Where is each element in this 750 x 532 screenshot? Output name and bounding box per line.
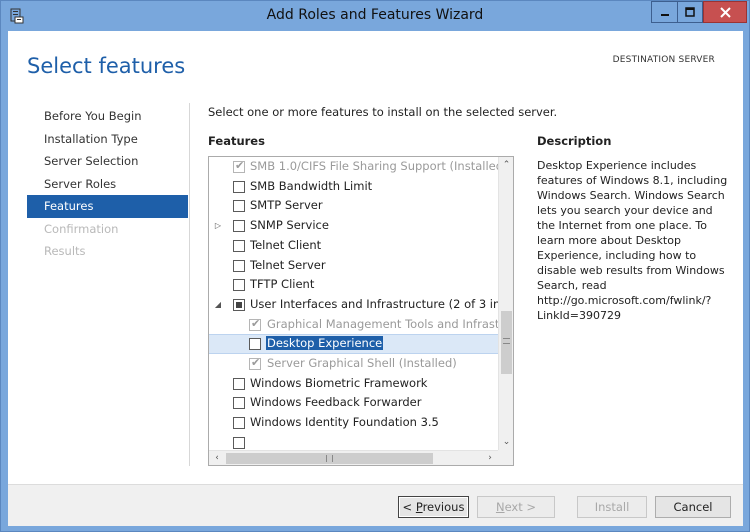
tree-row-smb-cifs[interactable]: ✔ SMB 1.0/CIFS File Sharing Support (Ins… xyxy=(209,157,508,177)
tree-row-smb-bandwidth[interactable]: SMB Bandwidth Limit xyxy=(209,177,498,197)
previous-label-prefix: < xyxy=(402,500,416,514)
close-icon xyxy=(719,6,731,18)
tree-row-label: Server Graphical Shell (Installed) xyxy=(267,356,457,370)
tree-row-graphical-mgmt[interactable]: ✔ Graphical Management Tools and Infrast… xyxy=(209,315,513,335)
nav-item-features[interactable]: Features xyxy=(27,195,188,218)
checkbox[interactable] xyxy=(233,377,245,390)
scroll-up-icon[interactable]: ⌃ xyxy=(499,157,513,173)
tree-row-tftp[interactable]: TFTP Client xyxy=(209,275,498,295)
tree-row-label: SMB Bandwidth Limit xyxy=(250,178,373,193)
next-button[interactable]: Next > xyxy=(477,496,555,518)
checkbox[interactable] xyxy=(233,397,245,410)
wizard-window: Add Roles and Features Wizard Select fea… xyxy=(0,0,750,532)
checkbox[interactable] xyxy=(249,338,261,351)
tree-row-label: Desktop Experience xyxy=(266,336,384,351)
intro-text: Select one or more features to install o… xyxy=(208,105,558,119)
cancel-button[interactable]: Cancel xyxy=(655,496,731,518)
tree-row-windows-feedback[interactable]: Windows Feedback Forwarder xyxy=(209,393,498,413)
tree-row-label: TFTP Client xyxy=(250,277,315,292)
tree-row-snmp[interactable]: ▷ SNMP Service xyxy=(209,216,498,236)
destination-server-label: DESTINATION SERVER xyxy=(612,55,715,65)
scroll-left-icon[interactable]: ‹ xyxy=(209,451,225,465)
checkbox[interactable] xyxy=(233,239,245,252)
checkbox[interactable] xyxy=(233,259,245,272)
features-tree[interactable]: ✔ SMB 1.0/CIFS File Sharing Support (Ins… xyxy=(208,156,514,466)
partial-check-icon xyxy=(236,301,242,308)
grip-icon xyxy=(503,338,510,344)
tree-row-windows-biometric[interactable]: Windows Biometric Framework xyxy=(209,374,498,394)
tree-row-server-graphical-shell[interactable]: ✔ Server Graphical Shell (Installed) xyxy=(209,354,498,374)
checkbox[interactable] xyxy=(233,279,245,292)
window-title: Add Roles and Features Wizard xyxy=(266,7,484,23)
previous-button[interactable]: < Previous xyxy=(398,496,469,518)
check-mark-icon: ✔ xyxy=(235,159,245,172)
previous-accel: P xyxy=(415,500,423,514)
nav-item-results: Results xyxy=(44,244,86,258)
tree-row-label: SMB 1.0/CIFS File Sharing Support (Insta… xyxy=(250,159,508,173)
title-bar[interactable]: Add Roles and Features Wizard xyxy=(1,1,749,31)
scroll-right-icon[interactable]: › xyxy=(482,451,498,465)
description-heading: Description xyxy=(537,134,612,148)
nav-item-server-selection[interactable]: Server Selection xyxy=(27,150,188,173)
tree-row-label: User Interfaces and Infrastructure (2 of… xyxy=(250,296,514,311)
vertical-scroll-thumb[interactable] xyxy=(501,311,512,374)
tree-row-smtp[interactable]: SMTP Server xyxy=(209,196,498,216)
wizard-footer: < Previous Next > Install Cancel xyxy=(8,484,743,526)
checkbox[interactable] xyxy=(233,200,245,213)
nav-item-before-you-begin[interactable]: Before You Begin xyxy=(27,105,188,128)
previous-label-rest: revious xyxy=(422,500,465,514)
check-mark-icon: ✔ xyxy=(251,356,261,369)
vertical-scrollbar[interactable]: ⌃ ⌄ xyxy=(498,157,513,450)
wizard-nav: Before You Begin Installation Type Serve… xyxy=(27,105,188,263)
tree-row-telnet-server[interactable]: Telnet Server xyxy=(209,256,498,276)
tree-row-label: Graphical Management Tools and Infrastru… xyxy=(267,316,514,331)
nav-item-confirmation: Confirmation xyxy=(44,221,119,236)
scrollbar-corner xyxy=(498,450,513,465)
checkbox: ✔ xyxy=(249,356,261,370)
tree-row-label: Telnet Client xyxy=(250,237,322,252)
horizontal-scroll-thumb[interactable] xyxy=(226,453,433,464)
check-mark-icon: ✔ xyxy=(251,316,261,330)
tree-row-label: Windows Biometric Framework xyxy=(250,375,428,390)
checkbox[interactable] xyxy=(233,417,245,430)
tree-row-label: SNMP Service xyxy=(250,218,329,233)
tree-row-windows-identity[interactable]: Windows Identity Foundation 3.5 xyxy=(209,413,498,433)
horizontal-scrollbar[interactable]: ‹ › xyxy=(209,450,498,465)
scroll-down-icon[interactable]: ⌄ xyxy=(499,434,513,450)
tree-row-telnet-client[interactable]: Telnet Client xyxy=(209,236,498,256)
checkbox[interactable] xyxy=(233,180,245,193)
checkbox[interactable] xyxy=(233,298,245,311)
nav-item-server-roles[interactable]: Server Roles xyxy=(27,173,188,196)
wizard-client-area: Select features DESTINATION SERVER Befor… xyxy=(8,31,743,526)
tree-row-desktop-experience[interactable]: Desktop Experience xyxy=(209,334,498,354)
tree-row-label: Windows Feedback Forwarder xyxy=(250,395,422,410)
next-label-rest: ext > xyxy=(504,500,537,514)
install-button[interactable]: Install xyxy=(577,496,647,518)
description-text: Desktop Experience includes features of … xyxy=(537,159,728,322)
page-title: Select features xyxy=(27,54,186,78)
nav-item-installation-type[interactable]: Installation Type xyxy=(27,128,188,151)
tree-row-label: Windows Identity Foundation 3.5 xyxy=(250,415,439,430)
tree-row-label: Telnet Server xyxy=(250,257,326,272)
close-button[interactable] xyxy=(703,1,747,23)
checkbox: ✔ xyxy=(233,159,245,173)
collapse-arrow-icon[interactable]: ◢ xyxy=(214,300,222,309)
next-accel: N xyxy=(495,500,505,514)
checkbox[interactable] xyxy=(233,220,245,233)
minimize-button[interactable] xyxy=(651,1,677,23)
expand-arrow-icon[interactable]: ▷ xyxy=(214,222,222,230)
features-heading: Features xyxy=(208,134,265,148)
tree-row-user-interfaces[interactable]: ◢ User Interfaces and Infrastructure (2 … xyxy=(209,295,513,315)
maximize-button[interactable] xyxy=(677,1,703,23)
grip-icon xyxy=(326,455,333,462)
tree-row-label: SMTP Server xyxy=(250,198,323,213)
checkbox: ✔ xyxy=(249,316,261,331)
nav-divider xyxy=(189,103,190,466)
checkbox xyxy=(233,436,245,449)
